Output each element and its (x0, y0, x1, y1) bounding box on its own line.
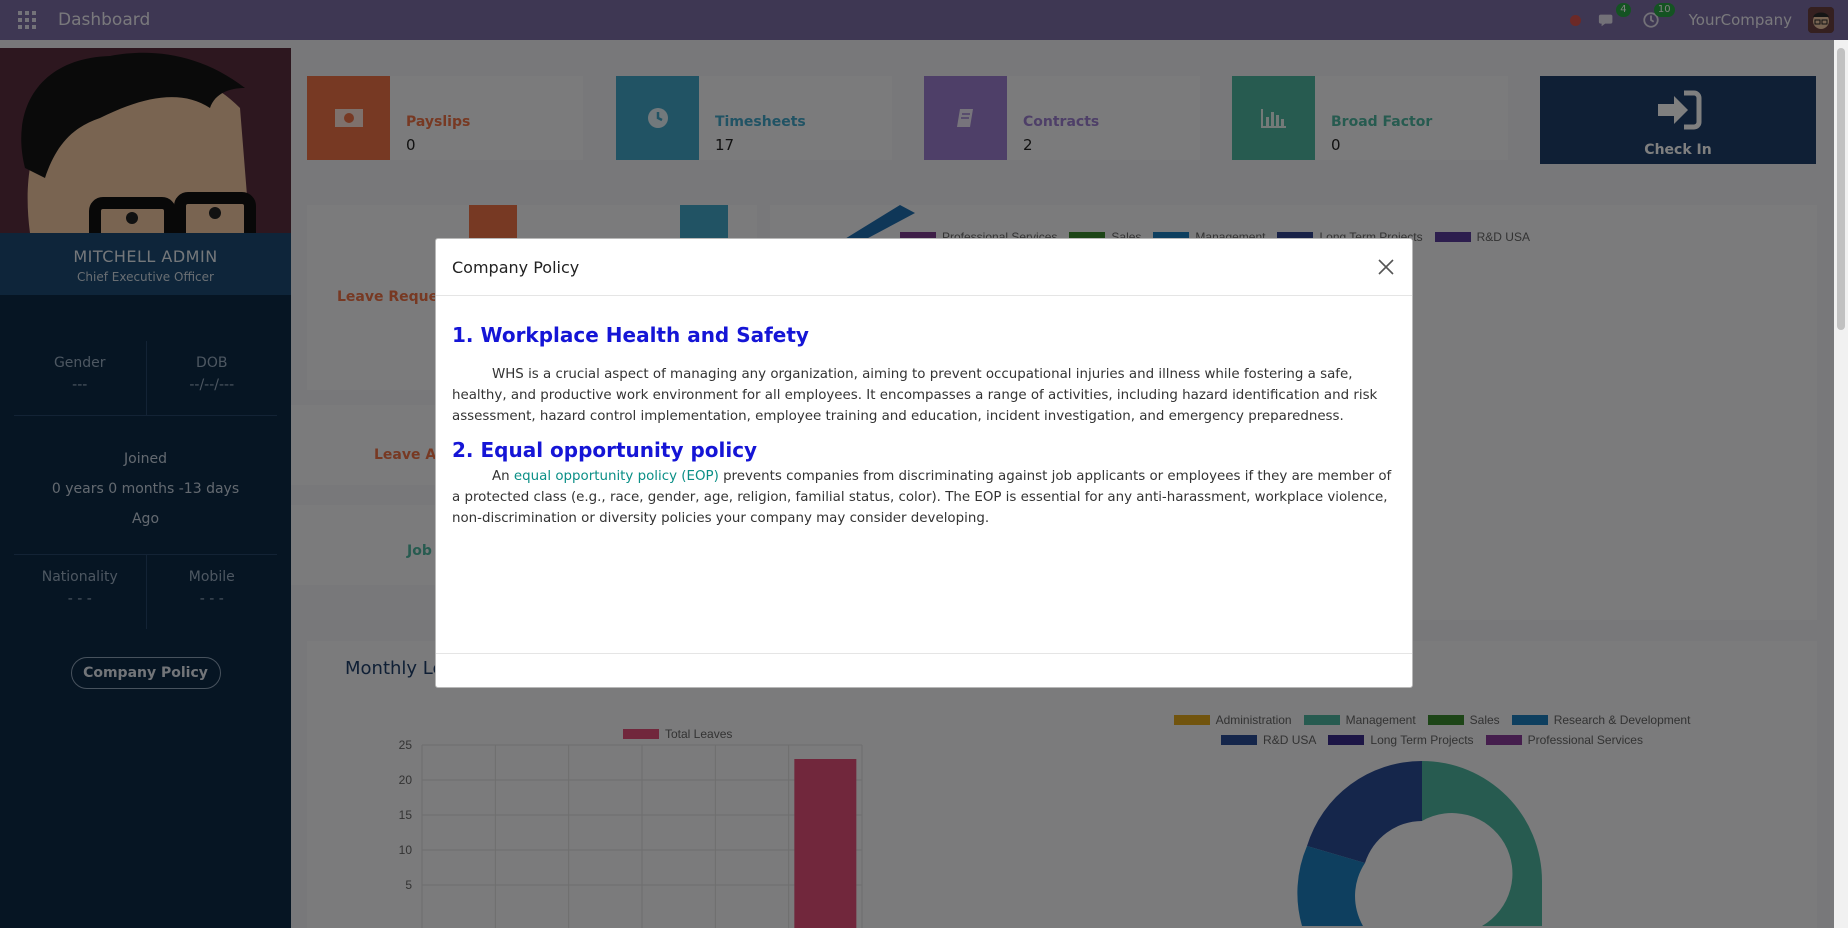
company-policy-dialog: Company Policy 1. Workplace Health and S… (435, 238, 1413, 688)
page-scrollbar[interactable] (1834, 40, 1848, 928)
section1-text: WHS is a crucial aspect of managing any … (452, 367, 1378, 424)
close-icon[interactable] (1376, 257, 1396, 277)
section2-paragraph: An equal opportunity policy (EOP) preven… (452, 466, 1396, 529)
dialog-body: 1. Workplace Health and Safety WHS is a … (436, 296, 1412, 654)
dialog-title: Company Policy (452, 257, 580, 277)
scrollbar-thumb[interactable] (1837, 48, 1845, 330)
dialog-header: Company Policy (436, 239, 1412, 296)
section2-prefix: An (492, 469, 510, 484)
section2-heading: 2. Equal opportunity policy (452, 438, 758, 462)
eop-link[interactable]: equal opportunity policy (EOP) (514, 469, 719, 484)
section1-heading: 1. Workplace Health and Safety (452, 323, 809, 347)
